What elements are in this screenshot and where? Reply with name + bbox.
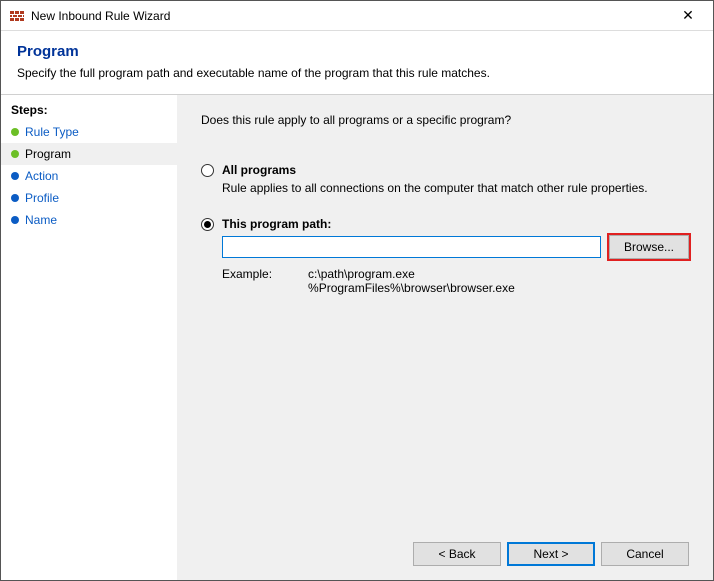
next-button[interactable]: Next > xyxy=(507,542,595,566)
option-path-label: This program path: xyxy=(222,217,331,231)
page-title: Program xyxy=(17,43,697,60)
browse-button[interactable]: Browse... xyxy=(609,235,689,259)
step-label: Rule Type xyxy=(25,125,79,139)
radio-all-programs[interactable] xyxy=(201,164,214,177)
step-label: Program xyxy=(25,147,71,161)
option-all-desc: Rule applies to all connections on the c… xyxy=(222,181,689,195)
steps-sidebar: Steps: Rule Type Program Action Profile … xyxy=(1,95,177,580)
close-button[interactable]: ✕ xyxy=(665,1,711,31)
step-label: Action xyxy=(25,169,58,183)
radio-program-path[interactable] xyxy=(201,218,214,231)
option-all-label: All programs xyxy=(222,163,296,177)
step-label: Name xyxy=(25,213,57,227)
question-text: Does this rule apply to all programs or … xyxy=(201,113,689,127)
header: Program Specify the full program path an… xyxy=(1,31,713,94)
step-bullet-icon xyxy=(11,128,19,136)
step-profile[interactable]: Profile xyxy=(1,187,177,209)
option-program-path[interactable]: This program path: xyxy=(201,217,689,231)
step-bullet-icon xyxy=(11,216,19,224)
step-label: Profile xyxy=(25,191,59,205)
example-row: Example: c:\path\program.exe %ProgramFil… xyxy=(222,267,689,295)
program-path-input[interactable] xyxy=(222,236,601,258)
back-button[interactable]: < Back xyxy=(413,542,501,566)
cancel-button[interactable]: Cancel xyxy=(601,542,689,566)
step-program[interactable]: Program xyxy=(1,143,177,165)
body: Steps: Rule Type Program Action Profile … xyxy=(1,94,713,580)
titlebar: New Inbound Rule Wizard ✕ xyxy=(1,1,713,31)
page-subtitle: Specify the full program path and execut… xyxy=(17,66,697,80)
step-rule-type[interactable]: Rule Type xyxy=(1,121,177,143)
step-name[interactable]: Name xyxy=(1,209,177,231)
example-label: Example: xyxy=(222,267,272,295)
wizard-window: New Inbound Rule Wizard ✕ Program Specif… xyxy=(0,0,714,581)
step-bullet-icon xyxy=(11,150,19,158)
example-text: c:\path\program.exe %ProgramFiles%\brows… xyxy=(308,267,515,295)
main-panel: Does this rule apply to all programs or … xyxy=(177,95,713,580)
firewall-icon xyxy=(9,8,25,24)
button-bar: < Back Next > Cancel xyxy=(201,530,689,580)
steps-label: Steps: xyxy=(1,101,177,121)
step-bullet-icon xyxy=(11,194,19,202)
step-action[interactable]: Action xyxy=(1,165,177,187)
step-bullet-icon xyxy=(11,172,19,180)
option-all-programs[interactable]: All programs xyxy=(201,163,689,177)
window-title: New Inbound Rule Wizard xyxy=(31,9,665,23)
